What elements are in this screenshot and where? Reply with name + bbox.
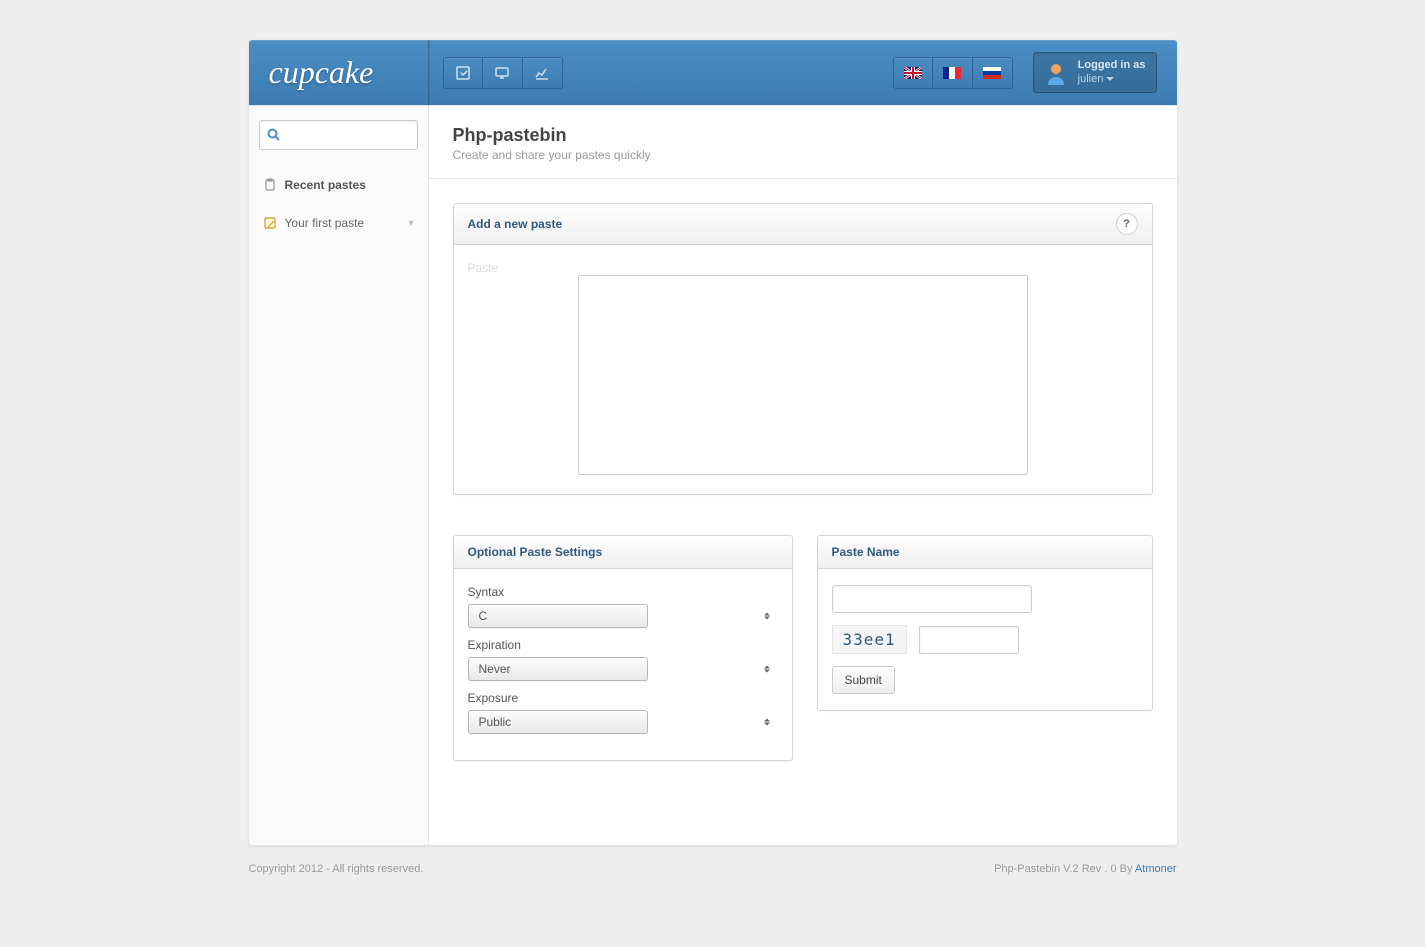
chevron-down-icon: ▾	[408, 218, 413, 229]
page-subtitle: Create and share your pastes quickly	[453, 148, 1153, 178]
footer-author-link[interactable]: Atmoner	[1135, 863, 1177, 875]
flag-uk-icon	[904, 67, 922, 79]
captcha-input[interactable]	[919, 626, 1019, 654]
footer-credits: Php-Pastebin V.2 Rev . 0 By Atmoner	[994, 863, 1176, 875]
expiration-label: Expiration	[468, 638, 778, 652]
recent-pastes-heading: Recent pastes	[259, 172, 418, 198]
main-content: Php-pastebin Create and share your paste…	[429, 105, 1177, 845]
panel-title: Paste Name	[832, 545, 900, 559]
sidebar-item-first-paste[interactable]: Your first paste ▾	[259, 210, 418, 236]
new-paste-button[interactable]	[443, 57, 483, 89]
footer-copyright: Copyright 2012 - All rights reserved.	[249, 863, 424, 875]
edit-icon	[455, 65, 471, 81]
paste-name-input[interactable]	[832, 585, 1032, 613]
page-title: Php-pastebin	[453, 125, 1153, 146]
flag-ru-icon	[983, 67, 1001, 79]
topbar: cupcake	[249, 40, 1177, 105]
syntax-label: Syntax	[468, 585, 778, 599]
footer: Copyright 2012 - All rights reserved. Ph…	[249, 863, 1177, 875]
caret-down-icon	[1106, 77, 1114, 81]
exposure-select[interactable]: Public	[468, 710, 648, 734]
captcha-display: 33ee1	[832, 625, 907, 654]
monitor-button[interactable]	[483, 57, 523, 89]
user-label: Logged in as	[1078, 59, 1146, 72]
user-menu[interactable]: Logged in as julien	[1033, 52, 1157, 92]
syntax-select[interactable]: C	[468, 604, 648, 628]
user-name: julien	[1078, 73, 1146, 86]
lang-en[interactable]	[893, 57, 933, 89]
expiration-select[interactable]: Never	[468, 657, 648, 681]
submit-button[interactable]: Submit	[832, 666, 895, 694]
panel-title: Add a new paste	[468, 217, 563, 231]
toolbar-buttons	[443, 57, 563, 89]
language-switcher	[893, 57, 1013, 89]
panel-title: Optional Paste Settings	[468, 545, 603, 559]
logo[interactable]: cupcake	[269, 54, 429, 91]
search-input[interactable]	[259, 120, 418, 150]
panel-new-paste: Add a new paste ? Paste	[453, 203, 1153, 495]
help-button[interactable]: ?	[1116, 213, 1138, 235]
sidebar: Recent pastes Your first paste ▾	[249, 105, 429, 845]
stats-button[interactable]	[523, 57, 563, 89]
flag-fr-icon	[943, 67, 961, 79]
panel-paste-name: Paste Name 33ee1 Submit	[817, 535, 1153, 711]
paste-label: Paste	[468, 261, 568, 275]
exposure-label: Exposure	[468, 691, 778, 705]
avatar-icon	[1044, 61, 1068, 85]
clipboard-icon	[263, 178, 277, 192]
chart-icon	[534, 65, 550, 81]
note-icon	[263, 216, 277, 230]
lang-fr[interactable]	[933, 57, 973, 89]
paste-textarea[interactable]	[578, 275, 1028, 475]
search-icon	[267, 128, 281, 142]
lang-ru[interactable]	[973, 57, 1013, 89]
panel-settings: Optional Paste Settings Syntax C	[453, 535, 793, 761]
monitor-icon	[494, 65, 510, 81]
